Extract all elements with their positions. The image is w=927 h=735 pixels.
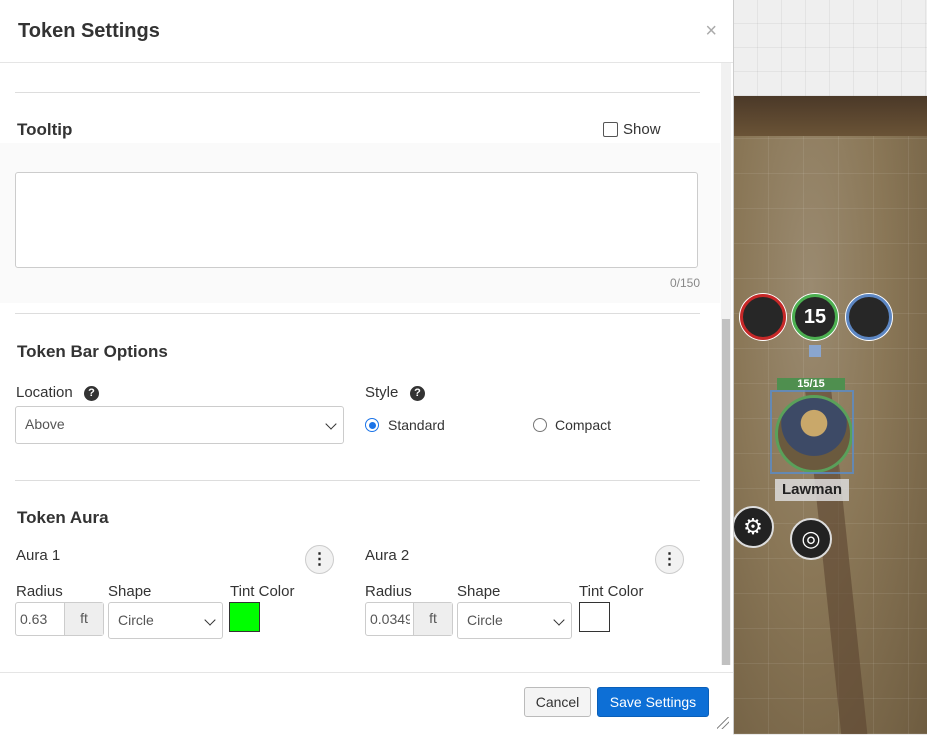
tooltip-char-count: 0/150: [669, 276, 700, 290]
aura2-radius-input[interactable]: 0.0349 ft: [365, 602, 453, 636]
resize-grip-icon[interactable]: [717, 717, 729, 729]
aura2-radius-label: Radius: [365, 583, 412, 600]
style-label: Style: [365, 384, 399, 401]
token-health-bar: 15/15: [777, 378, 845, 390]
location-help-icon[interactable]: ?: [84, 386, 99, 401]
token-settings-gear-icon[interactable]: ⚙: [733, 506, 774, 548]
token-bar-red-circle[interactable]: [740, 294, 786, 340]
divider: [15, 92, 700, 93]
location-select-value: Above: [25, 416, 65, 432]
token-aura-section-title: Token Aura: [17, 508, 109, 527]
save-settings-button[interactable]: Save Settings: [597, 687, 709, 717]
aura2-tint-label: Tint Color: [579, 583, 644, 600]
aura2-radius-unit: ft: [413, 603, 452, 635]
aura1-radius-value[interactable]: 0.63: [20, 603, 66, 635]
divider: [15, 480, 700, 481]
tooltip-textarea[interactable]: [15, 172, 698, 268]
token-name-label: Lawman: [775, 479, 849, 501]
style-help-icon[interactable]: ?: [410, 386, 425, 401]
aura1-radius-input[interactable]: 0.63 ft: [15, 602, 104, 636]
aura1-more-icon[interactable]: ⋮: [305, 545, 334, 574]
chevron-down-icon: [204, 614, 216, 626]
tooltip-show-checkbox[interactable]: [603, 122, 618, 137]
dialog-title: Token Settings: [18, 20, 160, 42]
dialog-footer: Cancel Save Settings: [0, 672, 733, 735]
token-target-icon[interactable]: ◎: [790, 518, 832, 560]
token-bar-section-title: Token Bar Options: [17, 342, 168, 361]
dialog-scrollbar-thumb[interactable]: [722, 319, 730, 665]
aura2-shape-select[interactable]: Circle: [457, 602, 572, 639]
aura1-tint-swatch[interactable]: [229, 602, 260, 632]
aura2-radius-value[interactable]: 0.0349: [370, 603, 410, 635]
cancel-button[interactable]: Cancel: [524, 687, 591, 717]
token-settings-dialog: Token Settings × Tooltip Show 0/150 Toke…: [0, 0, 734, 735]
style-standard-radio[interactable]: [365, 418, 379, 432]
style-compact-label[interactable]: Compact: [555, 417, 611, 433]
token-selection-box[interactable]: [770, 390, 854, 474]
aura1-radius-unit: ft: [64, 603, 103, 635]
token-bar-green-circle[interactable]: 15: [792, 294, 838, 340]
aura1-shape-value: Circle: [118, 612, 154, 628]
aura2-shape-value: Circle: [467, 612, 503, 628]
aura2-label: Aura 2: [365, 547, 410, 564]
divider: [15, 313, 700, 314]
close-icon[interactable]: ×: [705, 20, 717, 43]
aura1-tint-label: Tint Color: [230, 583, 295, 600]
aura2-more-icon[interactable]: ⋮: [655, 545, 684, 574]
token-rotate-handle[interactable]: [809, 345, 821, 357]
aura1-label: Aura 1: [16, 547, 61, 564]
map-paper-background: [733, 0, 927, 96]
aura1-radius-label: Radius: [16, 583, 63, 600]
chevron-down-icon: [553, 614, 565, 626]
aura2-tint-swatch[interactable]: [579, 602, 610, 632]
map-wall: [733, 96, 927, 136]
aura1-shape-label: Shape: [108, 583, 152, 600]
tooltip-section-title: Tooltip: [17, 120, 73, 139]
location-select[interactable]: Above: [15, 406, 344, 444]
aura2-shape-label: Shape: [457, 583, 501, 600]
style-standard-label[interactable]: Standard: [388, 417, 445, 433]
dialog-header: Token Settings ×: [0, 0, 733, 63]
style-compact-radio[interactable]: [533, 418, 547, 432]
map-canvas[interactable]: 15 15/15 Lawman ⚙ ◎: [733, 0, 927, 734]
location-label: Location: [16, 384, 73, 401]
chevron-down-icon: [325, 418, 337, 430]
tooltip-show-label[interactable]: Show: [623, 121, 661, 138]
token-bar-blue-circle[interactable]: [846, 294, 892, 340]
aura1-shape-select[interactable]: Circle: [108, 602, 223, 639]
